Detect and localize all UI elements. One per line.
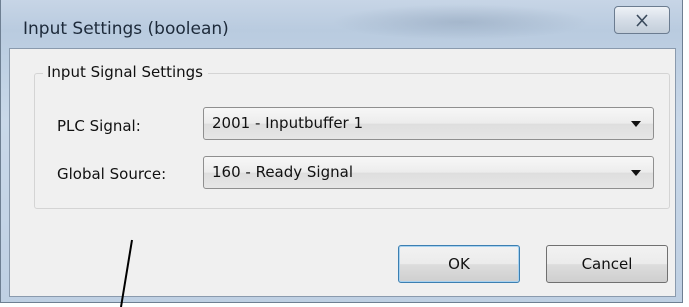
annotation-line [120,239,133,307]
screenshot: Input Settings (boolean) Input Signal Se… [0,0,689,307]
